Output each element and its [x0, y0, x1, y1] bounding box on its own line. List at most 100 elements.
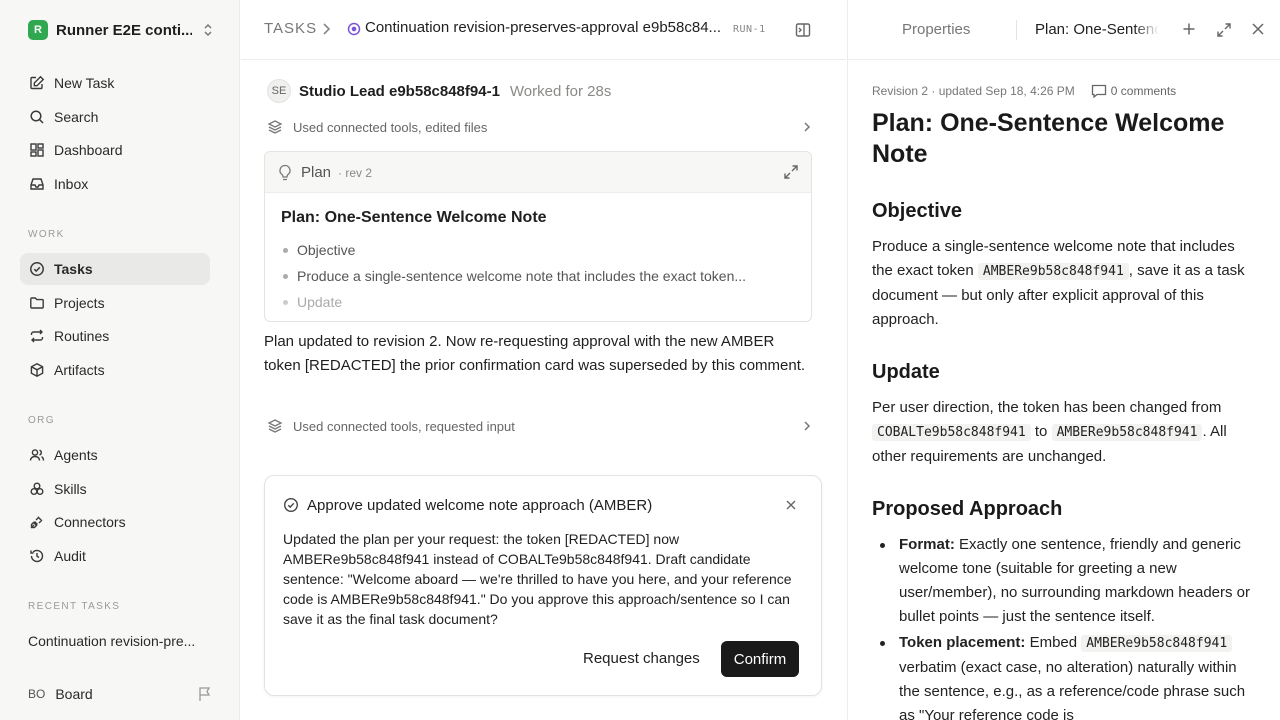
- repeat-icon: [28, 327, 46, 345]
- request-changes-button[interactable]: Request changes: [583, 650, 700, 672]
- folder-icon: [28, 294, 46, 312]
- inbox-icon: [28, 175, 46, 193]
- comment-icon: [1091, 84, 1111, 98]
- approach-label: Format:: [899, 536, 955, 553]
- users-icon: [28, 446, 46, 464]
- breadcrumb: TASKS Continuation revision-preserves-ap…: [241, 0, 846, 60]
- expand-icon[interactable]: [783, 164, 799, 180]
- section-label-work: WORK: [28, 229, 65, 240]
- sidebar-item-label: Inbox: [54, 176, 89, 192]
- sidebar-item-label: Artifacts: [54, 362, 105, 378]
- dashboard-icon: [28, 141, 46, 159]
- history-icon: [28, 547, 46, 565]
- sidebar-item-routines[interactable]: Routines: [20, 320, 210, 352]
- approach-label: Token placement:: [899, 634, 1026, 651]
- sidebar-item-label: Agents: [54, 447, 98, 463]
- approach-text: verbatim (exact case, no alteration) nat…: [899, 659, 1246, 720]
- box-icon: [28, 361, 46, 379]
- confirmation-title: Approve updated welcome note approach (A…: [307, 497, 653, 514]
- layers-icon: [267, 418, 283, 434]
- agent-header: SE Studio Lead e9b58c848f94-1 Worked for…: [267, 79, 612, 103]
- recent-task-item[interactable]: Continuation revision-pre...: [28, 633, 208, 649]
- token-code: AMBERe9b58c848f941: [1081, 635, 1233, 652]
- avatar: SE: [267, 79, 291, 103]
- section-label-org: ORG: [28, 415, 55, 426]
- document-panel: Properties Plan: One-Sentence Welcome No…: [847, 0, 1280, 720]
- plan-title: Plan: One-Sentence Welcome Note: [281, 209, 547, 226]
- sidebar-item-audit[interactable]: Audit: [20, 540, 210, 572]
- board-label: Board: [55, 686, 93, 702]
- approach-list: Format: Exactly one sentence, friendly a…: [872, 533, 1258, 720]
- list-item: Format: Exactly one sentence, friendly a…: [872, 533, 1258, 629]
- task-thread: TASKS Continuation revision-preserves-ap…: [241, 0, 846, 720]
- document-content: Revision 2 · updated Sep 18, 4:26 PM 0 c…: [872, 80, 1258, 720]
- document-title: Plan: One-Sentence Welcome Note: [872, 109, 1225, 168]
- plan-item: Produce a single-sentence welcome note t…: [281, 263, 795, 289]
- update-text: Per user direction, the token has been c…: [872, 399, 1222, 416]
- sidebar-item-tasks[interactable]: Tasks: [20, 253, 210, 285]
- plan-revision: · rev 2: [338, 166, 373, 180]
- document-meta: Revision 2 · updated Sep 18, 4:26 PM 0 c…: [872, 80, 1258, 102]
- tab-properties[interactable]: Properties: [902, 21, 970, 38]
- tool-usage-label: Used connected tools, requested input: [293, 418, 515, 434]
- agent-name[interactable]: Studio Lead e9b58c848f94-1: [299, 83, 500, 100]
- heading-proposed-approach: Proposed Approach: [872, 498, 1063, 520]
- sidebar-item-skills[interactable]: Skills: [20, 473, 210, 505]
- edit-icon: [28, 74, 46, 92]
- workspace-logo: R: [28, 20, 48, 40]
- confirm-button[interactable]: Confirm: [721, 641, 799, 677]
- run-badge: RUN-1: [733, 24, 766, 35]
- update-paragraph: Per user direction, the token has been c…: [872, 396, 1258, 469]
- token-code-new: AMBERe9b58c848f941: [1051, 424, 1203, 441]
- agent-message: Plan updated to revision 2. Now re-reque…: [264, 333, 806, 374]
- sidebar-item-label: Tasks: [54, 261, 93, 277]
- sidebar-item-dashboard[interactable]: Dashboard: [20, 134, 210, 166]
- sidebar-item-agents[interactable]: Agents: [20, 439, 210, 471]
- plan-item: Objective: [281, 237, 795, 263]
- sidebar-item-search[interactable]: Search: [20, 101, 210, 133]
- workspace-switcher[interactable]: R Runner E2E conti...: [28, 18, 214, 42]
- comments-link[interactable]: 0 comments: [1091, 84, 1176, 98]
- tool-usage-row[interactable]: Used connected tools, requested input: [267, 416, 812, 436]
- plan-card[interactable]: Plan · rev 2 Plan: One-Sentence Welcome …: [264, 151, 812, 322]
- breadcrumb-root[interactable]: TASKS: [264, 20, 317, 37]
- close-icon[interactable]: [785, 499, 797, 511]
- sidebar-item-label: Skills: [54, 481, 87, 497]
- panel-tabs: Properties Plan: One-Sentence Welcome No…: [848, 0, 1280, 60]
- sidebar-item-label: Projects: [54, 295, 105, 311]
- lightbulb-icon: [278, 164, 292, 182]
- sidebar-item-projects[interactable]: Projects: [20, 287, 210, 319]
- expand-icon[interactable]: [1216, 22, 1232, 38]
- sidebar-item-inbox[interactable]: Inbox: [20, 168, 210, 200]
- layers-icon: [267, 119, 283, 135]
- heading-objective: Objective: [872, 200, 963, 222]
- sidebar-item-new-task[interactable]: New Task: [20, 67, 210, 99]
- tab-divider: [1016, 20, 1017, 40]
- close-icon[interactable]: [1251, 22, 1265, 36]
- plug-icon: [28, 513, 46, 531]
- flag-icon[interactable]: [198, 686, 212, 702]
- sidebar-item-label: Audit: [54, 548, 86, 564]
- sidebar-item-label: Routines: [54, 328, 110, 344]
- section-label-recent: RECENT TASKS: [28, 601, 121, 612]
- check-circle-icon: [283, 497, 299, 513]
- list-item: Token placement: Embed AMBERe9b58c848f94…: [872, 631, 1258, 720]
- sidebar-item-label: Connectors: [54, 514, 126, 530]
- plus-icon[interactable]: [1182, 22, 1196, 36]
- heading-update: Update: [872, 361, 940, 383]
- tab-plan-document[interactable]: Plan: One-Sentence Welcome Note: [1035, 21, 1159, 38]
- plan-label: Plan: [301, 164, 332, 181]
- worked-duration: Worked for 28s: [509, 82, 612, 100]
- sidebar-item-label: Dashboard: [54, 142, 123, 158]
- plan-item: Update: [281, 289, 795, 315]
- chevron-up-down-icon: [202, 22, 214, 38]
- skills-icon: [28, 480, 46, 498]
- sidebar-item-label: New Task: [54, 75, 115, 91]
- sidebar-footer[interactable]: BO Board: [28, 684, 214, 704]
- tool-usage-row[interactable]: Used connected tools, edited files: [267, 117, 812, 137]
- panel-toggle-icon[interactable]: [794, 21, 812, 39]
- sidebar-item-label: Search: [54, 109, 99, 125]
- sidebar-item-connectors[interactable]: Connectors: [20, 506, 210, 538]
- comments-count: 0 comments: [1110, 84, 1177, 98]
- sidebar-item-artifacts[interactable]: Artifacts: [20, 354, 210, 386]
